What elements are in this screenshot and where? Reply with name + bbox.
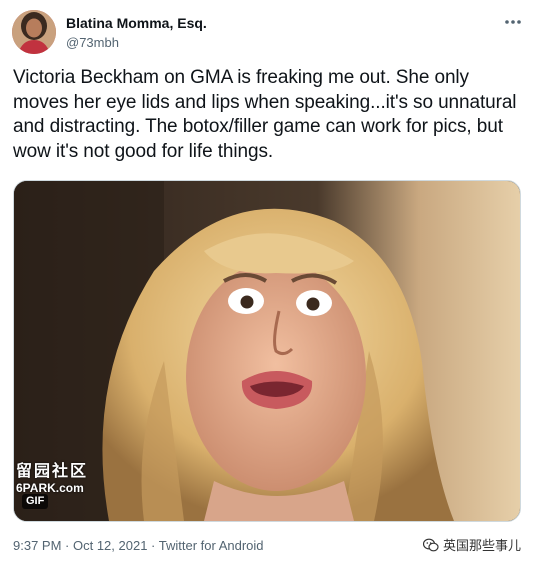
meta-separator-2: ·	[147, 538, 159, 553]
wechat-account-label: 英国那些事儿	[442, 538, 521, 553]
tweet-media[interactable]: 留园社区 6PARK.com GIF	[13, 180, 521, 522]
more-horizontal-icon	[505, 20, 521, 24]
tweet-time[interactable]: 9:37 PM	[13, 538, 61, 553]
watermark-text-site: 6PARK.com	[16, 481, 84, 495]
tweet-card: Blatina Momma, Esq. @73mbh Victoria Beck…	[0, 0, 535, 564]
tweet-text: Victoria Beckham on GMA is freaking me o…	[13, 67, 517, 162]
wechat-icon	[422, 538, 439, 552]
tweet-date[interactable]: Oct 12, 2021	[73, 538, 147, 553]
watermark-text-cn: 留园社区	[16, 461, 89, 480]
user-block: Blatina Momma, Esq. @73mbh	[66, 14, 207, 52]
meta-separator: ·	[61, 538, 73, 553]
user-handle[interactable]: @73mbh	[66, 34, 207, 52]
media-image	[14, 181, 520, 521]
gif-badge: GIF	[22, 494, 49, 509]
more-options-button[interactable]	[503, 12, 523, 32]
tweet-source[interactable]: Twitter for Android	[159, 538, 264, 553]
wechat-watermark: 英国那些事儿	[422, 535, 521, 554]
tweet-meta: 9:37 PM · Oct 12, 2021 · Twitter for And…	[13, 538, 264, 554]
avatar[interactable]	[12, 10, 56, 54]
display-name[interactable]: Blatina Momma, Esq.	[66, 14, 207, 32]
